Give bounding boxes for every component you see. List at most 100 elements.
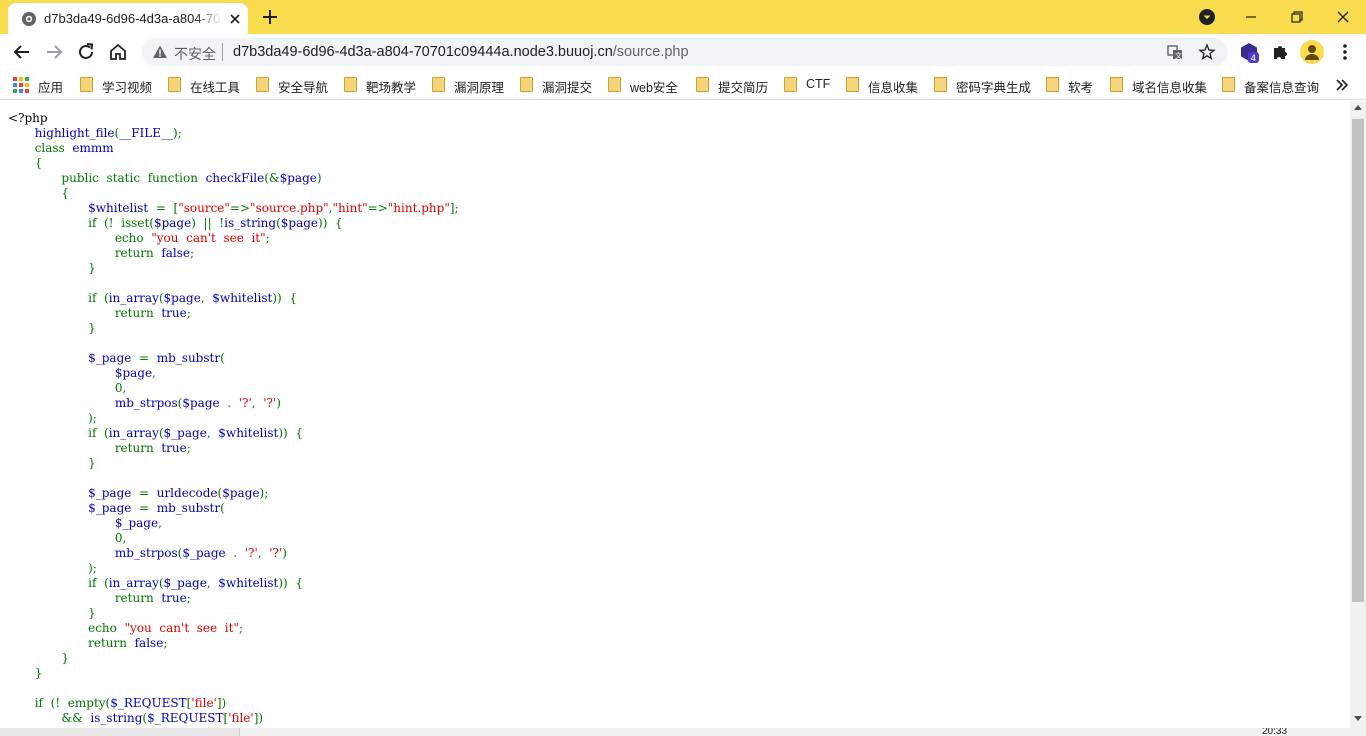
folder-icon bbox=[784, 77, 797, 92]
bookmark-label: 学习视频 bbox=[102, 81, 153, 95]
omnibox-divider bbox=[222, 43, 223, 61]
folder-icon bbox=[1046, 77, 1059, 92]
scrollbar-thumb[interactable] bbox=[1352, 119, 1364, 602]
code-line: $page, bbox=[114, 366, 156, 380]
code-line: } bbox=[88, 456, 96, 470]
code-line: && is_string($_REQUEST['file']) bbox=[61, 711, 264, 725]
code-line: mb_strpos($page . '?', '?') bbox=[114, 396, 281, 410]
bookmark-label: 安全导航 bbox=[278, 81, 329, 95]
puzzle-icon[interactable] bbox=[1268, 40, 1292, 64]
bookmark-label: 在线工具 bbox=[190, 81, 241, 95]
close-tab-icon[interactable] bbox=[226, 10, 244, 28]
bookmark-label: 漏洞提交 bbox=[542, 81, 593, 95]
more-menu-icon[interactable] bbox=[1333, 40, 1357, 64]
minimize-icon[interactable] bbox=[1238, 4, 1264, 30]
code-line: return false; bbox=[88, 636, 168, 650]
bottom-strip: 20:33 bbox=[0, 728, 1366, 736]
code-line: $_page = mb_substr( bbox=[88, 351, 225, 365]
folder-icon bbox=[520, 77, 533, 92]
bookmark-label: 靶场教学 bbox=[366, 81, 417, 95]
code-line: { bbox=[61, 186, 70, 200]
code-line: class emmm bbox=[34, 141, 114, 155]
code-line: return true; bbox=[114, 306, 191, 320]
bottom-strip-segment bbox=[0, 728, 240, 736]
extension-cube-icon[interactable]: 4 bbox=[1237, 40, 1261, 64]
code-line: if (in_array($page, $whitelist)) { bbox=[88, 291, 297, 305]
back-arrow-icon[interactable] bbox=[10, 40, 34, 64]
apps-grid-icon[interactable] bbox=[13, 77, 29, 93]
folder-icon bbox=[256, 77, 269, 92]
folder-icon bbox=[168, 77, 181, 92]
folder-icon bbox=[1110, 77, 1123, 92]
folder-icon bbox=[344, 77, 357, 92]
url-text[interactable]: d7b3da49-6d96-4d3a-a804-70701c09444a.nod… bbox=[233, 44, 689, 60]
code-line: } bbox=[88, 321, 96, 335]
code-line: $_page = mb_substr( bbox=[88, 501, 225, 515]
restore-icon[interactable] bbox=[1284, 4, 1310, 30]
bookmark-label: CTF bbox=[806, 77, 831, 91]
url-path: /source.php bbox=[612, 44, 689, 60]
bookmark-label: 信息收集 bbox=[868, 81, 919, 95]
code-line: } bbox=[88, 261, 96, 275]
warning-icon[interactable] bbox=[152, 44, 168, 60]
code-line: highlight_file(__FILE__); bbox=[34, 126, 182, 140]
chevron-double-right-icon[interactable] bbox=[1333, 76, 1351, 94]
code-line: $whitelist = ["source"=>"source.php","hi… bbox=[88, 201, 459, 215]
code-line: return true; bbox=[114, 441, 191, 455]
close-window-icon[interactable] bbox=[1330, 4, 1356, 30]
forward-arrow-icon[interactable] bbox=[42, 40, 66, 64]
code-line: if (! empty($_REQUEST['file']) bbox=[34, 696, 227, 710]
code-line: $_page = urldecode($page); bbox=[88, 486, 269, 500]
address-bar[interactable]: 不安全 d7b3da49-6d96-4d3a-a804-70701c09444a… bbox=[142, 38, 1228, 66]
profile-avatar[interactable] bbox=[1300, 40, 1324, 64]
code-line: public static function checkFile(&$page) bbox=[61, 171, 322, 185]
bookmark-label: 密码字典生成 bbox=[956, 81, 1032, 95]
translate-icon[interactable]: 文 bbox=[1166, 43, 1184, 61]
code-line: mb_strpos($_page . '?', '?') bbox=[114, 546, 287, 560]
folder-icon bbox=[80, 77, 93, 92]
code-line: echo "you can't see it"; bbox=[88, 621, 243, 635]
code-line: } bbox=[88, 606, 96, 620]
reload-icon[interactable] bbox=[74, 40, 98, 64]
bookmark-label: 提交简历 bbox=[718, 81, 769, 95]
code-line: ); bbox=[88, 411, 97, 425]
bookmark-label: 域名信息收集 bbox=[1132, 81, 1208, 95]
code-line: { bbox=[34, 156, 43, 170]
code-line: ); bbox=[88, 561, 97, 575]
person-icon bbox=[1305, 45, 1319, 60]
code-line: echo "you can't see it"; bbox=[114, 231, 270, 245]
code-line: if (! isset($page) || !is_string($page))… bbox=[88, 216, 343, 230]
code-line: return false; bbox=[114, 246, 195, 260]
code-line: 0, bbox=[114, 381, 127, 395]
folder-icon bbox=[1222, 77, 1235, 92]
scroll-up-arrow-icon[interactable] bbox=[1354, 105, 1362, 110]
extension-badge: 4 bbox=[1251, 54, 1257, 64]
security-label[interactable]: 不安全 bbox=[174, 44, 216, 64]
new-tab-button[interactable] bbox=[258, 5, 282, 29]
title-bar: d7b3da49-6d96-4d3a-a804-70701c09444a.nod… bbox=[0, 0, 1366, 34]
code-line: } bbox=[34, 666, 43, 680]
vertical-scrollbar[interactable] bbox=[1350, 101, 1366, 728]
home-icon[interactable] bbox=[106, 40, 130, 64]
apps-label[interactable]: 应用 bbox=[38, 77, 63, 96]
browser-toolbar: 不安全 d7b3da49-6d96-4d3a-a804-70701c09444a… bbox=[0, 34, 1366, 70]
folder-icon bbox=[696, 77, 709, 92]
folder-icon bbox=[846, 77, 859, 92]
code-line: return true; bbox=[114, 591, 191, 605]
page-content: <?php highlight_file(__FILE__); class em… bbox=[0, 101, 1350, 728]
bookmark-label: 漏洞原理 bbox=[454, 81, 505, 95]
bookmark-label: 软考 bbox=[1068, 81, 1094, 95]
url-host: d7b3da49-6d96-4d3a-a804-70701c09444a.nod… bbox=[233, 44, 613, 60]
bookmark-star-icon[interactable] bbox=[1198, 43, 1216, 61]
scroll-down-arrow-icon[interactable] bbox=[1354, 716, 1362, 721]
globe-icon bbox=[22, 12, 36, 26]
taskbar-clock: 20:33 bbox=[1262, 728, 1288, 736]
svg-text:文: 文 bbox=[1175, 51, 1182, 60]
bookmark-label: web安全 bbox=[630, 81, 678, 95]
active-tab[interactable]: d7b3da49-6d96-4d3a-a804-70701c09444a.nod… bbox=[8, 3, 248, 34]
folder-icon bbox=[608, 77, 621, 92]
code-line: 0, bbox=[114, 531, 127, 545]
tab-search-icon[interactable] bbox=[1194, 4, 1220, 30]
